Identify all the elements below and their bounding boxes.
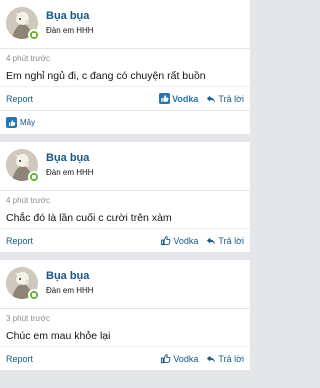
online-badge-icon (28, 29, 40, 41)
post-header: Bụa bụa Đàn em HHH (0, 142, 250, 190)
post: Bụa bụa Đàn em HHH 4 phút trước Em nghỉ … (0, 0, 250, 134)
avatar[interactable] (6, 267, 40, 301)
user-meta: Bụa bụa Đàn em HHH (46, 269, 94, 297)
user-title: Đàn em HHH (46, 286, 94, 295)
thumbs-up-icon (161, 236, 171, 246)
post-actions: Report Vodka Trả lời (0, 86, 250, 110)
user-meta: Bụa bụa Đàn em HHH (46, 9, 94, 37)
post-header: Bụa bụa Đàn em HHH (0, 260, 250, 308)
reply-icon (207, 237, 216, 245)
post-header: Bụa bụa Đàn em HHH (0, 0, 250, 48)
post-timestamp[interactable]: 3 phút trước (0, 308, 250, 324)
report-link[interactable]: Report (6, 236, 33, 246)
post: Bụa bụa Đàn em HHH 4 phút trước Chắc đó … (0, 142, 250, 252)
like-badge-icon (6, 117, 17, 128)
avatar[interactable] (6, 7, 40, 41)
reply-icon (207, 355, 216, 363)
user-title: Đàn em HHH (46, 168, 94, 177)
user-meta: Bụa bụa Đàn em HHH (46, 151, 94, 179)
actions-right: Vodka Trả lời (160, 235, 244, 246)
reactions-names[interactable]: Mây (20, 118, 35, 127)
reaction-button[interactable]: Vodka (160, 235, 198, 246)
report-link[interactable]: Report (6, 354, 33, 364)
reply-icon (207, 95, 216, 103)
reply-button[interactable]: Trả lời (206, 94, 244, 104)
username-link[interactable]: Bụa bụa (46, 269, 94, 283)
reaction-label: Vodka (173, 353, 199, 364)
reactions-summary-bar[interactable]: Mây (0, 110, 250, 134)
username-link[interactable]: Bụa bụa (46, 151, 94, 165)
reply-button[interactable]: Trả lời (206, 236, 244, 246)
reaction-button[interactable]: Vodka (159, 93, 198, 104)
post-timestamp[interactable]: 4 phút trước (0, 48, 250, 64)
avatar[interactable] (6, 149, 40, 183)
reply-button[interactable]: Trả lời (206, 354, 244, 364)
post: Bụa bụa Đàn em HHH 3 phút trước Chúc em … (0, 260, 250, 370)
username-link[interactable]: Bụa bụa (46, 9, 94, 23)
reply-label: Trả lời (218, 235, 244, 246)
actions-right: Vodka Trả lời (159, 93, 244, 104)
user-title: Đàn em HHH (46, 26, 94, 35)
reaction-label: Vodka (173, 235, 199, 246)
reply-label: Trả lời (218, 353, 244, 364)
post-content: Chắc đó là lần cuối c cười trên xàm (6, 212, 172, 224)
reply-label: Trả lời (218, 93, 244, 104)
actions-right: Vodka Trả lời (160, 353, 244, 364)
report-link[interactable]: Report (6, 94, 33, 104)
reaction-button[interactable]: Vodka (160, 353, 198, 364)
thumbs-up-icon (161, 354, 171, 364)
post-actions: Report Vodka Trả lời (0, 228, 250, 252)
post-content: Chúc em mau khỏe lại (6, 330, 111, 342)
post-timestamp[interactable]: 4 phút trước (0, 190, 250, 206)
thumbs-up-icon (159, 93, 171, 104)
post-content: Em nghỉ ngủ đi, c đang có chuyện rất buồ… (6, 70, 206, 82)
online-badge-icon (28, 171, 40, 183)
reaction-label: Vodka (172, 93, 199, 104)
online-badge-icon (28, 289, 40, 301)
post-actions: Report Vodka Trả lời (0, 346, 250, 370)
